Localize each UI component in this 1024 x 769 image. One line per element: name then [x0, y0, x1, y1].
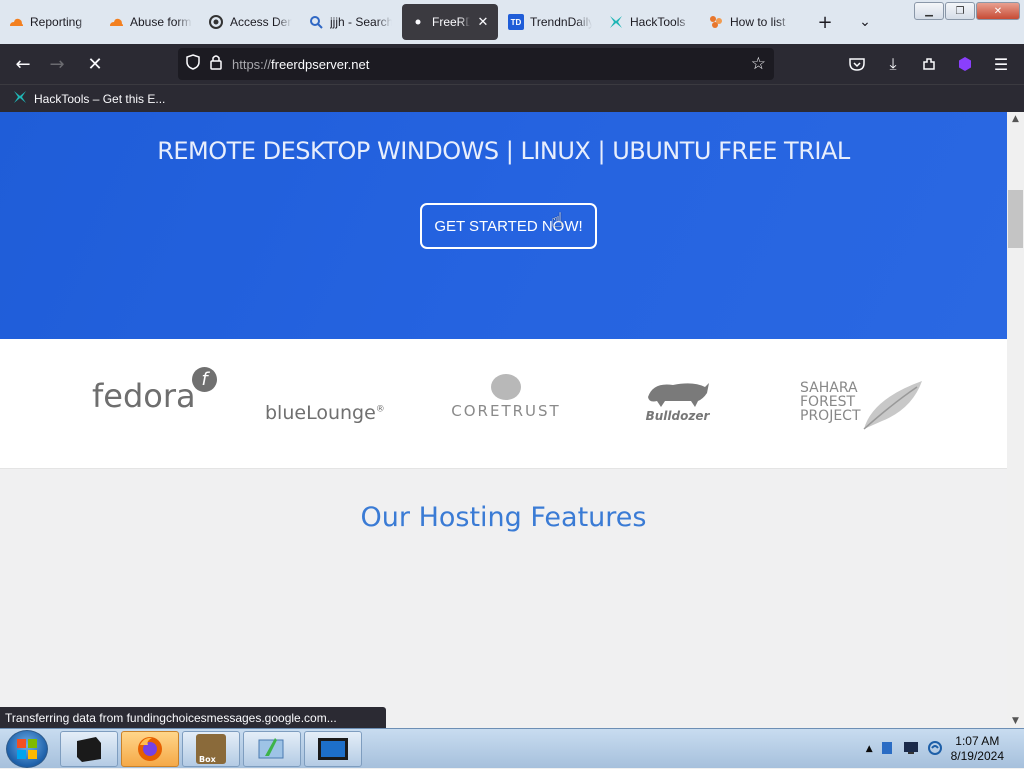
downloads-icon[interactable]: ⤓ [876, 47, 910, 81]
taskbar-rdp[interactable] [304, 730, 362, 767]
start-button[interactable] [6, 729, 48, 768]
tab-reporting[interactable]: Reporting [0, 4, 100, 40]
taskbar-app[interactable] [243, 730, 301, 767]
hand-cursor-icon: ☝ [551, 208, 564, 232]
bookmark-star-icon[interactable]: ☆ [751, 54, 766, 74]
restore-button[interactable]: ❐ [945, 2, 975, 20]
coretrust-logo: CORETRUST [450, 374, 562, 420]
taskbar-virtualbox[interactable]: Box [182, 730, 240, 767]
hacktools-icon [608, 14, 624, 30]
network-monitor-icon[interactable] [903, 741, 919, 758]
get-started-button[interactable]: GET STARTED NOW! [420, 203, 597, 249]
windows-taskbar: Box ▲ 1:07 AM 8/19/2024 [0, 728, 1024, 768]
volume-icon[interactable] [927, 740, 943, 759]
extensions-icon[interactable] [912, 47, 946, 81]
tab-strip: Reporting Abuse form Access Denied jjjh … [0, 0, 1024, 44]
windows-logo-icon [17, 738, 37, 759]
bookmark-hacktools[interactable]: HackTools – Get this E... [34, 92, 165, 106]
tab-label: HackTools [630, 15, 686, 29]
tab-abuse-form[interactable]: Abuse form [100, 4, 200, 40]
bluelounge-logo: blueLounge® [265, 402, 385, 424]
scroll-down-arrow-icon[interactable]: ▼ [1007, 716, 1024, 726]
url-text[interactable]: https://freerdpserver.net [232, 57, 741, 72]
tab-label: How to list [730, 15, 786, 29]
system-tray: ▲ 1:07 AM 8/19/2024 [866, 729, 1004, 769]
hacktools-icon [12, 89, 28, 108]
cloudflare-icon [8, 14, 24, 30]
fedora-logo: fedora f [92, 367, 217, 415]
bull-icon [647, 383, 709, 407]
toolbar-right: ⤓ ☰ [840, 47, 1018, 81]
leaf-icon [863, 381, 922, 430]
page-viewport: REMOTE DESKTOP WINDOWS | LINUX | UBUNTU … [0, 112, 1007, 728]
status-message: Transferring data from fundingchoicesmes… [0, 707, 386, 728]
beaver-box-icon: Box [196, 733, 226, 764]
bookmarks-toolbar: HackTools – Get this E... [0, 84, 1024, 112]
tab-label: FreeRDP [432, 15, 470, 29]
taskbar-firefox[interactable] [121, 730, 179, 767]
hero-title: REMOTE DESKTOP WINDOWS | LINUX | UBUNTU … [157, 137, 850, 165]
bulldozer-logo: Bulldozer [640, 377, 715, 423]
app-window-icon [258, 737, 284, 758]
tab-label: Access Denied [230, 15, 292, 29]
puzzle-icon [708, 14, 724, 30]
tab-label: jjjh - Search [330, 15, 392, 29]
coretrust-globe-icon [491, 374, 521, 400]
hero-banner: REMOTE DESKTOP WINDOWS | LINUX | UBUNTU … [0, 112, 1007, 339]
dot-icon [410, 14, 426, 30]
hosting-features-heading: Our Hosting Features [360, 502, 647, 533]
extension-hex-icon[interactable] [948, 47, 982, 81]
scrollbar-thumb[interactable] [1008, 190, 1023, 248]
show-hidden-icons-arrow-icon[interactable]: ▲ [866, 744, 873, 754]
tab-search[interactable]: jjjh - Search [300, 4, 400, 40]
tab-freerdp[interactable]: FreeRDP ✕ [402, 4, 498, 40]
stop-loading-button[interactable]: ✕ [78, 47, 112, 81]
tray-app-icon[interactable] [881, 740, 895, 759]
url-bar[interactable]: https://freerdpserver.net ☆ [178, 48, 774, 80]
back-button[interactable]: ← [6, 47, 40, 81]
close-window-button[interactable]: ✕ [976, 2, 1020, 20]
tab-label: Reporting [30, 15, 83, 29]
tab-trendndaily[interactable]: TD TrendnDaily [500, 4, 600, 40]
tab-access-denied[interactable]: Access Denied [200, 4, 300, 40]
menu-icon[interactable]: ☰ [984, 47, 1018, 81]
fedora-f-icon: f [192, 367, 217, 392]
partner-logos: fedora f blueLounge® CORETRUST Bulldozer… [0, 339, 1007, 469]
minimize-button[interactable]: ▁ [914, 2, 944, 20]
list-tabs-chevron-icon[interactable]: ⌄ [850, 7, 880, 37]
tab-hacktools[interactable]: HackTools [600, 4, 700, 40]
firefox-icon [138, 736, 162, 761]
navigation-toolbar: ← → ✕ https://freerdpserver.net ☆ ⤓ ☰ [0, 44, 1024, 84]
td-icon: TD [508, 14, 524, 30]
tab-label: Abuse form [130, 15, 192, 29]
clock[interactable]: 1:07 AM 8/19/2024 [951, 734, 1004, 764]
access-icon [208, 14, 224, 30]
forward-button[interactable]: → [40, 47, 74, 81]
close-tab-icon[interactable]: ✕ [476, 14, 490, 30]
tab-label: TrendnDaily [530, 15, 592, 29]
terminal-icon [77, 736, 101, 762]
new-tab-button[interactable]: + [810, 7, 840, 37]
sahara-forest-logo: SAHARA FOREST PROJECT [800, 381, 922, 430]
scroll-up-arrow-icon[interactable]: ▲ [1007, 114, 1024, 124]
shield-icon[interactable] [186, 54, 200, 74]
window-controls: ▁ ❐ ✕ [914, 2, 1020, 20]
pocket-icon[interactable] [840, 47, 874, 81]
search-icon [308, 14, 324, 30]
remote-desktop-icon [318, 737, 348, 760]
lock-icon[interactable] [210, 54, 222, 74]
tab-how-to-list[interactable]: How to list [700, 4, 800, 40]
cloudflare-icon [108, 14, 124, 30]
taskbar-terminal[interactable] [60, 730, 118, 767]
